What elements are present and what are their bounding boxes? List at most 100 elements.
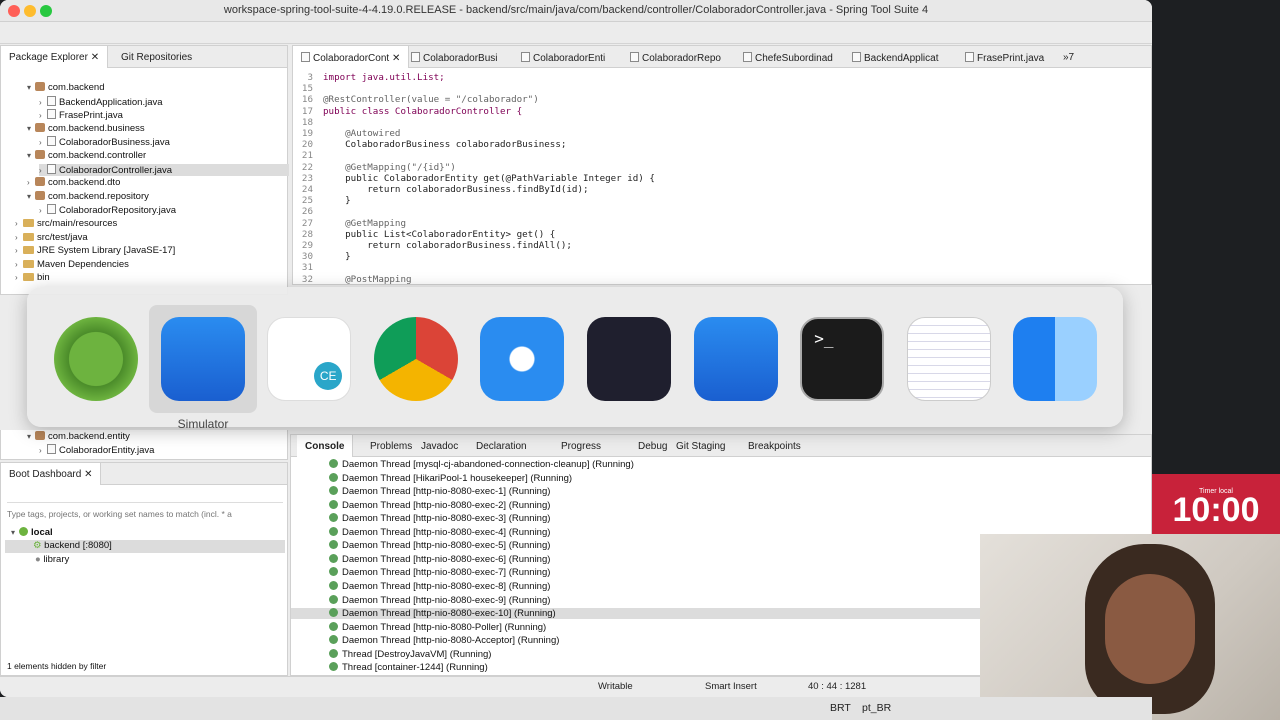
debug-thread-item[interactable]: Daemon Thread [http-nio-8080-exec-7] (Ru… [329,567,550,578]
console-tab[interactable]: Debug [638,441,667,452]
tree-item[interactable]: ▾ com.backend.entity [27,431,130,442]
input-source-brt[interactable]: BRT [830,702,851,714]
debug-thread-item[interactable]: Daemon Thread [http-nio-8080-exec-5] (Ru… [329,540,550,551]
tree-item[interactable]: › bin [15,272,50,283]
app-icon-google-chrome[interactable] [373,317,458,401]
editor-tab[interactable]: FrasePrint.java [965,52,1044,64]
tree-item[interactable]: › FrasePrint.java [39,109,123,121]
tree-item[interactable]: › ColaboradorBusiness.java [39,136,170,148]
editor-tab[interactable]: ColaboradorEnti [521,52,605,64]
console-tab[interactable]: Git Staging [676,441,725,452]
debug-thread-item[interactable]: Daemon Thread [http-nio-8080-exec-6] (Ru… [329,553,551,565]
app-icon-safari[interactable] [480,317,565,401]
console-tab[interactable]: Progress [561,441,601,452]
debug-thread-item[interactable]: Daemon Thread [http-nio-8080-exec-2] (Ru… [329,499,550,511]
app-icon-xcode[interactable] [693,317,778,401]
chevron-right-icon[interactable]: › [15,273,23,282]
debug-thread-item[interactable]: Daemon Thread [http-nio-8080-exec-1] (Ru… [329,486,550,497]
tab-git-repositories[interactable]: Git Repositories [121,52,192,63]
more-tabs-button[interactable]: »7 [1063,52,1074,63]
thread-running-icon [329,486,338,496]
thread-label: Daemon Thread [http-nio-8080-exec-6] (Ru… [342,553,551,565]
chevron-right-icon[interactable]: › [27,178,35,187]
chevron-right-icon[interactable]: › [15,246,23,255]
tree-item-label: com.backend.controller [48,150,147,161]
tab-boot-dashboard[interactable]: Boot Dashboard ✕ [1,463,102,485]
editor-tab[interactable]: ColaboradorBusi [411,52,498,64]
chevron-down-icon[interactable]: ▾ [27,124,35,133]
console-tab[interactable]: Console [297,435,354,457]
app-switcher-selected-label: Simulator [177,417,229,431]
chevron-down-icon[interactable]: ▾ [27,432,35,441]
debug-thread-item[interactable]: Daemon Thread [http-nio-8080-exec-10] (R… [291,608,981,620]
editor-tab[interactable]: ChefeSubordinad [743,52,833,64]
debug-thread-item[interactable]: Daemon Thread [mysql-cj-abandoned-connec… [329,459,634,470]
tree-item[interactable]: › ColaboradorEntity.java [39,444,154,456]
app-icon-terminal[interactable]: >_ [800,317,885,401]
app-icon-textedit[interactable] [906,317,991,401]
editor-tab[interactable]: BackendApplicat [852,52,939,64]
app-icon-obs[interactable] [587,317,671,401]
app-icon-simulator[interactable] [160,317,245,401]
chevron-right-icon[interactable]: › [39,111,47,120]
tree-item[interactable]: › JRE System Library [JavaSE-17] [15,245,175,256]
boot-node-library[interactable]: ● library [35,554,69,565]
editor-tab[interactable]: ColaboradorRepo [630,52,721,64]
chevron-right-icon[interactable]: › [15,219,23,228]
tree-item[interactable]: › ColaboradorRepository.java [39,204,176,216]
editor-tab[interactable]: ColaboradorCont ✕ [293,46,410,68]
chevron-right-icon[interactable]: › [39,98,47,107]
tree-item[interactable]: › src/main/resources [15,218,117,229]
console-tab[interactable]: Javadoc [421,441,458,452]
chevron-right-icon[interactable]: › [15,233,23,242]
tree-item[interactable]: › BackendApplication.java [39,95,163,108]
chevron-right-icon[interactable]: › [39,166,47,175]
tab-package-explorer[interactable]: Package Explorer ✕ [1,46,109,68]
code-area[interactable]: 3 import java.util.List; 15 16 @RestControll… [293,72,1151,285]
console-tab[interactable]: Declaration [476,441,527,452]
input-source-ptbr[interactable]: pt_BR [862,702,891,714]
boot-filter-input[interactable] [7,506,283,522]
console-tab[interactable]: Problems [370,441,412,452]
chevron-right-icon[interactable]: › [15,260,23,269]
boot-node-local[interactable]: ▾ local [11,527,53,538]
chevron-down-icon[interactable]: ▾ [27,83,35,92]
code-text: } [323,195,351,207]
chevron-down-icon[interactable]: ▾ [27,151,35,160]
debug-thread-item[interactable]: Daemon Thread [HikariPool-1 housekeeper]… [329,472,572,484]
console-tab[interactable]: Breakpoints [748,441,801,452]
debug-thread-item[interactable]: Daemon Thread [http-nio-8080-exec-3] (Ru… [329,513,550,524]
debug-thread-item[interactable]: Daemon Thread [http-nio-8080-exec-8] (Ru… [329,580,550,592]
line-number: 31 [301,262,313,274]
close-icon[interactable]: ✕ [84,469,92,480]
editor-tab-label: ColaboradorCont [313,53,390,64]
tree-item[interactable]: ▾ com.backend.repository [27,190,149,202]
tree-item[interactable]: › src/test/java [15,232,88,243]
tree-item[interactable]: ▾ com.backend.controller [27,150,146,161]
debug-thread-item[interactable]: Thread [DestroyJavaVM] (Running) [329,648,491,660]
app-icon-spring-tool-suite[interactable] [54,317,138,401]
thread-running-icon [329,594,338,604]
debug-thread-item[interactable]: Daemon Thread [http-nio-8080-Poller] (Ru… [329,621,546,633]
app-icon-dbeaver-ce[interactable]: CE [267,317,352,401]
close-icon[interactable]: ✕ [91,52,99,63]
chevron-right-icon[interactable]: › [39,138,47,147]
code-text: ColaboradorBusiness colaboradorBusiness; [323,139,567,151]
chevron-down-icon[interactable]: ▾ [11,528,19,537]
chevron-down-icon[interactable]: ▾ [27,192,35,201]
chevron-right-icon[interactable]: › [39,206,47,215]
debug-thread-item[interactable]: Daemon Thread [http-nio-8080-Acceptor] (… [329,635,559,646]
tree-item[interactable]: › ColaboradorController.java [39,163,289,176]
close-icon[interactable]: ✕ [389,53,400,64]
tree-item-label: bin [37,272,50,284]
boot-node-backend[interactable]: ⚙ backend [:8080] [5,540,285,553]
tree-item[interactable]: ▾ com.backend [27,82,105,93]
debug-thread-item[interactable]: Thread [container-1244] (Running) [329,662,488,673]
tree-item[interactable]: › Maven Dependencies [15,259,129,270]
debug-thread-item[interactable]: Daemon Thread [http-nio-8080-exec-4] (Ru… [329,526,550,538]
chevron-right-icon[interactable]: › [39,446,47,455]
tree-item[interactable]: ▾ com.backend.business [27,122,145,134]
app-icon-finder[interactable] [1013,317,1098,401]
debug-thread-item[interactable]: Daemon Thread [http-nio-8080-exec-9] (Ru… [329,594,550,606]
tree-item[interactable]: › com.backend.dto [27,177,120,188]
